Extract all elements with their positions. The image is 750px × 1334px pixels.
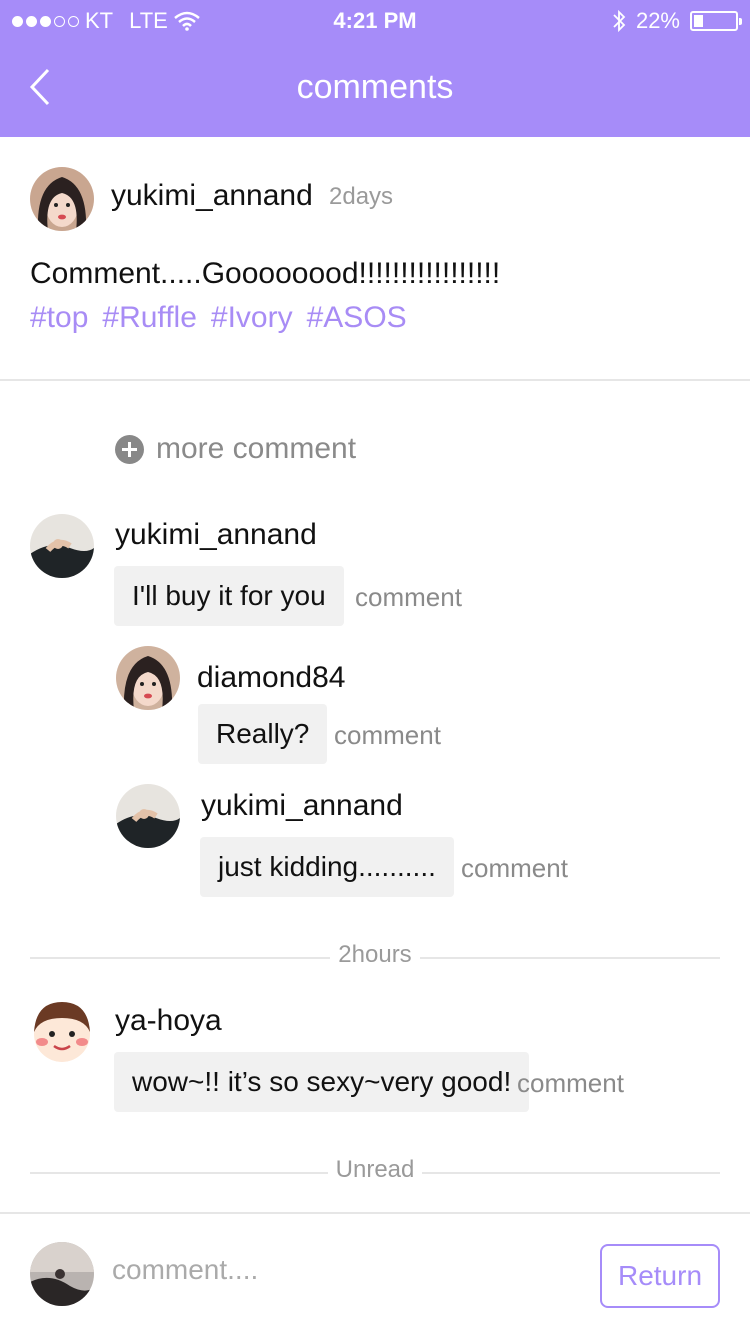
comment-username[interactable]: diamond84 <box>197 661 345 695</box>
my-avatar <box>30 1242 94 1306</box>
comment-bubble: wow~!! it’s so sexy~very good! <box>114 1052 530 1112</box>
girl-avatar-icon <box>116 646 180 710</box>
comment-username[interactable]: yukimi_annand <box>201 789 403 823</box>
bluetooth-icon <box>613 9 626 33</box>
comment-avatar[interactable] <box>30 514 94 578</box>
reply-link[interactable]: comment <box>355 582 462 613</box>
nav-bar: comments <box>0 40 750 137</box>
comment-bubble: I'll buy it for you <box>114 566 344 626</box>
time-divider: 2hours <box>0 941 750 969</box>
reply-link[interactable]: comment <box>517 1068 624 1099</box>
reply-link[interactable]: comment <box>334 720 441 751</box>
status-right: 22% <box>612 8 742 34</box>
comment-composer: Return <box>0 1212 750 1334</box>
more-comment-label: more comment <box>156 432 357 465</box>
tag-list: #top #Ruffle #Ivory #ASOS <box>30 301 407 335</box>
cartoon-face-icon <box>30 998 94 1062</box>
hands-avatar-icon <box>116 784 180 848</box>
battery-icon <box>690 11 742 31</box>
comment-avatar[interactable] <box>116 646 180 710</box>
reply-link[interactable]: comment <box>461 853 568 884</box>
status-bar: KT LTE 4:21 PM 22% <box>0 0 750 40</box>
plus-circle-icon <box>115 434 144 464</box>
comment-username[interactable]: ya-hoya <box>115 1004 222 1038</box>
page-title: comments <box>296 68 454 106</box>
comment-input[interactable] <box>112 1254 572 1286</box>
battery-fill <box>694 15 703 27</box>
comment-bubble: just kidding.......... <box>200 837 454 897</box>
girl-avatar-icon <box>30 167 94 231</box>
unread-divider: Unread <box>0 1156 750 1184</box>
post-username[interactable]: yukimi_annand <box>111 179 313 213</box>
hands-avatar-icon <box>30 514 94 578</box>
post-time: 2days <box>329 183 394 210</box>
tag-link[interactable]: #Ruffle <box>102 301 197 335</box>
return-button[interactable]: Return <box>600 1244 720 1308</box>
tag-link[interactable]: #ASOS <box>307 301 407 335</box>
time-divider-label: 2hours <box>330 941 420 968</box>
post-avatar[interactable] <box>30 167 94 231</box>
more-comment-button[interactable]: more comment <box>115 432 356 466</box>
comment-avatar[interactable] <box>30 998 94 1062</box>
post-text: Comment.....Goooooood!!!!!!!!!!!!!!!!! <box>30 257 501 290</box>
comment-avatar[interactable] <box>116 784 180 848</box>
battery-label: 22% <box>635 8 680 33</box>
unread-divider-label: Unread <box>327 1156 423 1183</box>
landscape-avatar-icon <box>30 1242 94 1306</box>
tag-link[interactable]: #Ivory <box>211 301 293 335</box>
comment-bubble: Really? <box>198 704 328 764</box>
post: yukimi_annand 2days Comment.....Gooooooo… <box>0 137 750 381</box>
tag-link[interactable]: #top <box>30 301 88 335</box>
comment-username[interactable]: yukimi_annand <box>115 518 317 552</box>
